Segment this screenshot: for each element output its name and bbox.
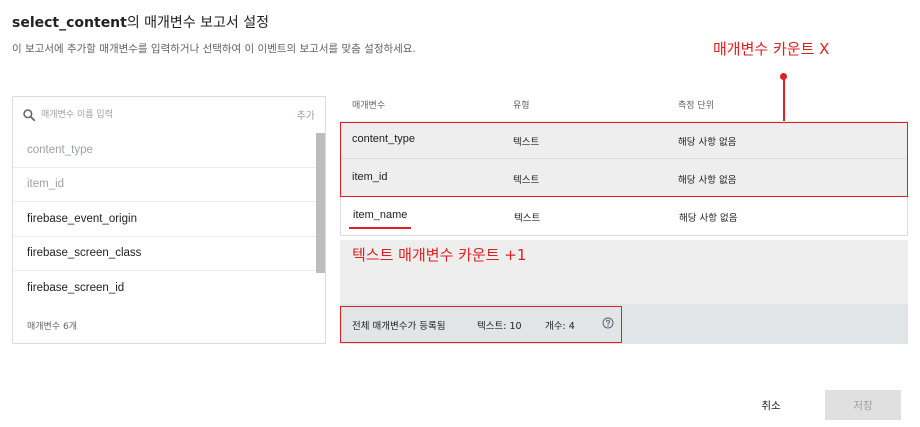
parameter-search-input[interactable] xyxy=(41,107,261,123)
list-item[interactable]: firebase_screen_id xyxy=(13,271,317,306)
parameter-count: 매개변수 6개 xyxy=(27,322,77,332)
header-parameter: 매개변수 xyxy=(352,101,386,111)
table-footer: 전체 매개변수가 등록됨 텍스트: 10 개수: 4 xyxy=(340,304,908,344)
parameter-table: content_type 텍스트 해당 사항 없음 item_id 텍스트 해당… xyxy=(340,121,908,236)
table-row[interactable]: content_type 텍스트 해당 사항 없음 xyxy=(340,121,908,159)
cell-unit: 해당 사항 없음 xyxy=(679,213,738,224)
dialog-title: select_content의 매개변수 보고서 설정 xyxy=(12,12,269,32)
help-icon[interactable] xyxy=(602,317,614,329)
cancel-button[interactable]: 취소 xyxy=(742,390,800,420)
annotation-param-count-x: 매개변수 카운트 X xyxy=(713,40,830,58)
cell-parameter: item_id xyxy=(352,171,388,183)
cell-type: 텍스트 xyxy=(513,175,540,186)
header-type: 유형 xyxy=(513,101,530,111)
list-item[interactable]: firebase_screen_class xyxy=(13,237,317,271)
table-row[interactable]: item_id 텍스트 해당 사항 없음 xyxy=(340,159,908,197)
cell-type: 텍스트 xyxy=(513,137,540,148)
table-header: 매개변수 유형 측정 단위 xyxy=(340,96,908,116)
annotation-text-count-plus-one: 텍스트 매개변수 카운트 +1 xyxy=(352,246,527,264)
dialog-subtitle: 이 보고서에 추가할 매개변수를 입력하거나 선택하여 이 이벤트의 보고서를 … xyxy=(12,43,416,55)
registered-status: 전체 매개변수가 등록됨 xyxy=(352,321,446,332)
highlight-underline xyxy=(349,227,411,229)
cell-parameter: item_name xyxy=(353,209,408,221)
cell-unit: 해당 사항 없음 xyxy=(678,137,737,148)
table-row[interactable]: item_name 텍스트 해당 사항 없음 xyxy=(340,197,908,236)
save-button[interactable]: 저장 xyxy=(825,390,901,420)
header-unit: 측정 단위 xyxy=(678,101,714,111)
list-item[interactable]: content_type xyxy=(13,133,317,168)
list-scrollbar[interactable] xyxy=(316,133,325,273)
cell-parameter: content_type xyxy=(352,133,415,145)
add-parameter-button[interactable]: 추가 xyxy=(297,107,315,122)
search-row: 추가 xyxy=(13,97,325,133)
text-param-count: 텍스트: 10 xyxy=(477,321,522,332)
cell-type: 텍스트 xyxy=(514,213,541,224)
title-suffix: 의 매개변수 보고서 설정 xyxy=(126,15,269,31)
event-name: select_content xyxy=(12,15,127,31)
search-icon xyxy=(23,109,36,122)
parameter-picker: 추가 content_type item_id firebase_event_o… xyxy=(12,96,326,344)
number-param-count: 개수: 4 xyxy=(545,321,575,332)
list-item[interactable]: item_id xyxy=(13,168,317,202)
list-item[interactable]: firebase_event_origin xyxy=(13,202,317,237)
parameter-list: content_type item_id firebase_event_orig… xyxy=(13,133,317,306)
cell-unit: 해당 사항 없음 xyxy=(678,175,737,186)
